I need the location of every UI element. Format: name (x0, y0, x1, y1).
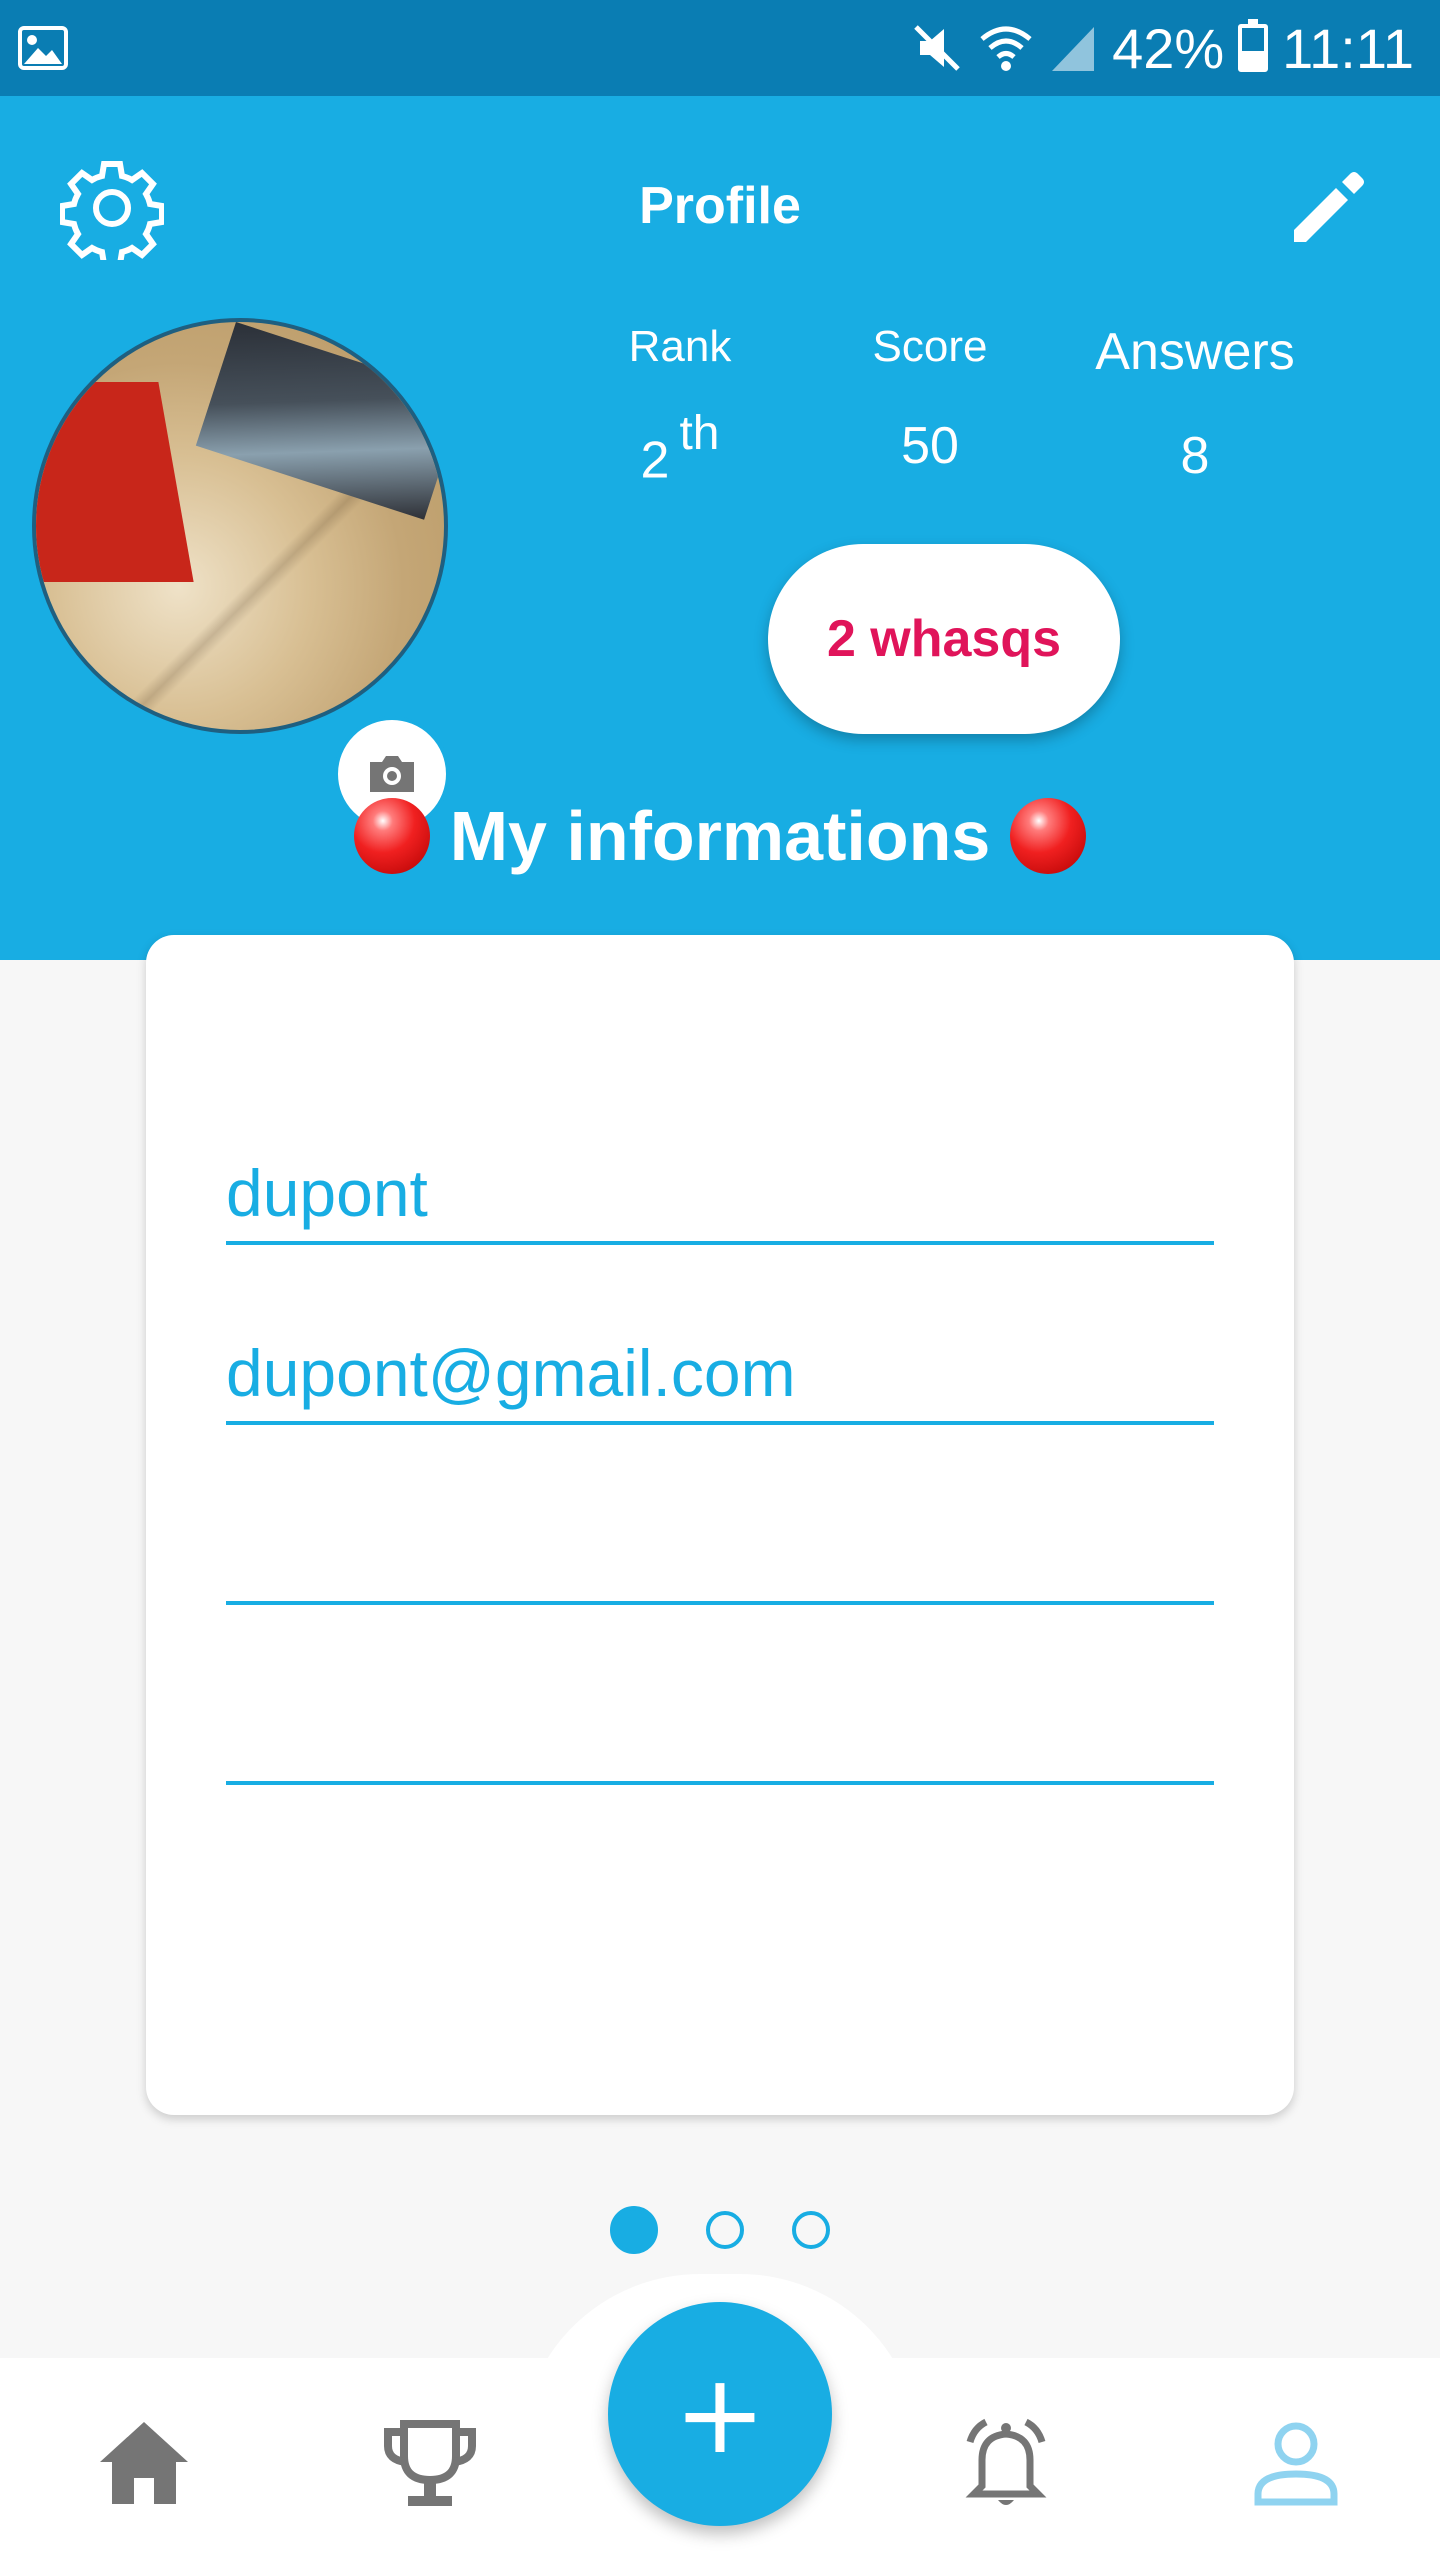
rank-label: Rank (628, 322, 732, 371)
rank-value: 2th (640, 407, 720, 490)
gallery-icon (18, 26, 68, 70)
status-bar: 42% 11:11 (0, 0, 1440, 96)
page-title: Profile (639, 177, 801, 235)
add-button[interactable]: + (608, 2302, 832, 2526)
signal-icon (1052, 27, 1095, 71)
score-label: Score (872, 322, 988, 371)
red-ball-icon (1010, 798, 1087, 874)
page-indicator (0, 2206, 1440, 2254)
email-input[interactable] (226, 1335, 1214, 1411)
stat-rank: Rank 2th (580, 322, 780, 490)
page-dot-2[interactable] (706, 2211, 744, 2249)
wifi-icon (980, 26, 1032, 71)
page-dot-3[interactable] (792, 2211, 830, 2249)
email-field (226, 1315, 1214, 1425)
profile-icon[interactable] (1244, 2412, 1348, 2516)
score-value: 50 (901, 417, 959, 475)
battery-icon (1238, 19, 1269, 72)
bell-icon[interactable] (954, 2412, 1058, 2516)
camera-icon (370, 756, 414, 792)
rank-suffix: th (679, 407, 720, 460)
home-icon[interactable] (92, 2412, 196, 2516)
answers-label: Answers (1095, 323, 1295, 381)
profile-header: Profile Rank 2th Score 50 Answers 8 2 wh… (0, 96, 1440, 960)
stat-answers: Answers 8 (1070, 322, 1320, 486)
section-title-text: My informations (449, 797, 991, 875)
name-field (226, 1135, 1214, 1245)
battery-percent: 42% (1112, 16, 1225, 80)
page-dot-1[interactable] (610, 2206, 658, 2254)
stat-score: Score 50 (830, 322, 1030, 476)
status-right: 42% 11:11 (910, 14, 1414, 82)
pencil-icon[interactable] (1286, 166, 1370, 250)
mute-icon (914, 25, 960, 71)
stats-panel: Rank 2th Score 50 Answers 8 (540, 322, 1340, 489)
section-title: My informations (0, 796, 1440, 876)
red-ball-icon (353, 798, 430, 874)
answers-value: 8 (1180, 427, 1210, 485)
field-3-input[interactable] (226, 1515, 1214, 1591)
name-input[interactable] (226, 1155, 1214, 1231)
field-4 (226, 1675, 1214, 1785)
field-4-input[interactable] (226, 1695, 1214, 1771)
status-time: 11:11 (1282, 16, 1414, 80)
field-3 (226, 1495, 1214, 1605)
info-card (146, 935, 1294, 2115)
trophy-icon[interactable] (378, 2412, 482, 2516)
avatar (32, 318, 448, 734)
whasqs-button[interactable]: 2 whasqs (768, 544, 1120, 734)
